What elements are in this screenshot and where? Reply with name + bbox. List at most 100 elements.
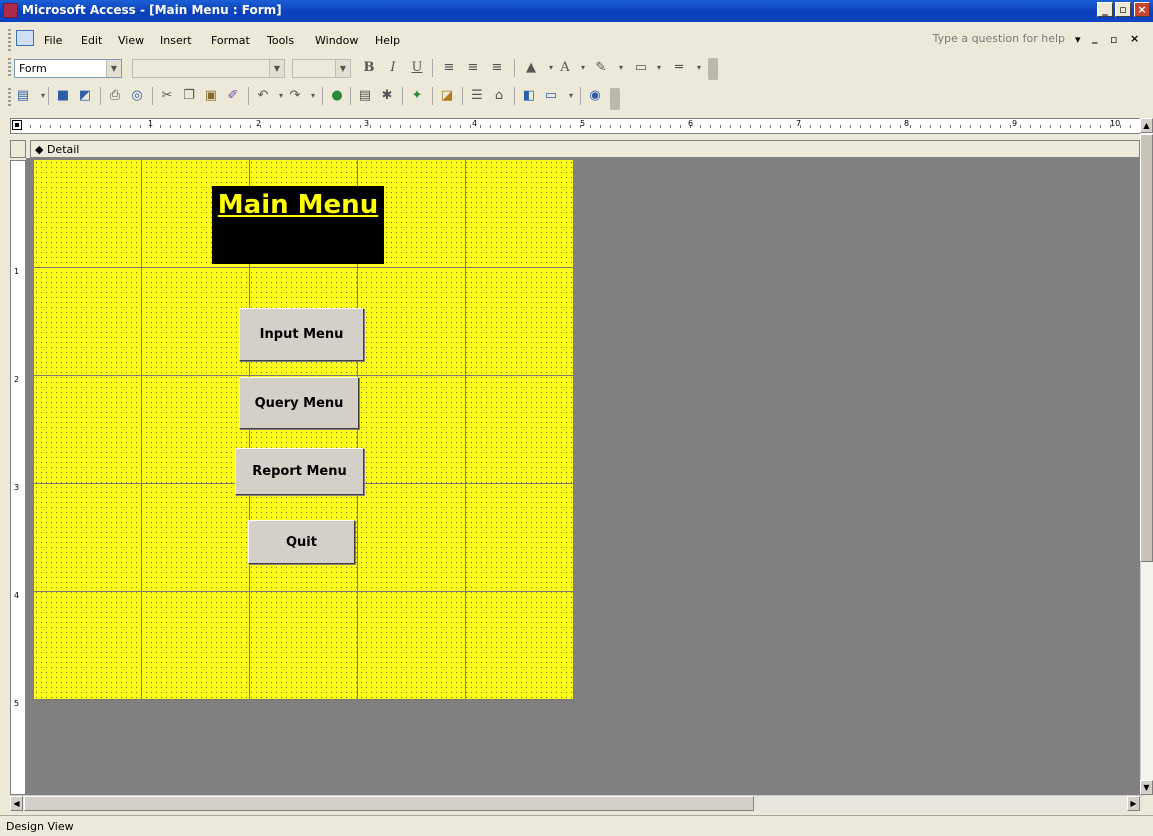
align-center-icon[interactable]: ≡ [464, 59, 482, 77]
toolbar-options-chevron[interactable] [708, 58, 718, 80]
chevron-down-icon[interactable]: ▾ [574, 59, 592, 77]
scroll-right-icon[interactable]: ▶ [1127, 796, 1140, 811]
menu-format[interactable]: Format [211, 34, 250, 47]
menu-help[interactable]: Help [375, 34, 400, 47]
chevron-down-icon[interactable]: ▾ [562, 87, 580, 105]
grid-line [34, 591, 574, 592]
toolbar-grip[interactable] [8, 88, 11, 108]
scroll-down-icon[interactable]: ▼ [1140, 780, 1153, 795]
form-selector[interactable] [12, 120, 22, 130]
database-window-icon[interactable]: ◧ [520, 87, 538, 105]
form-window-icon[interactable] [16, 30, 34, 46]
help-icon[interactable]: ◉ [586, 87, 604, 105]
detail-section-label: ◆ Detail [35, 143, 80, 156]
italic-button[interactable]: I [384, 59, 402, 77]
doc-close-button[interactable]: × [1130, 32, 1139, 45]
chevron-down-icon[interactable]: ▾ [690, 59, 708, 77]
ruler-mark: 1 [14, 267, 20, 276]
chevron-down-icon[interactable]: ▾ [304, 87, 322, 105]
align-left-icon[interactable]: ≡ [440, 59, 458, 77]
detail-section-header[interactable]: ◆ Detail [30, 140, 1140, 158]
save-icon[interactable]: ■ [54, 87, 72, 105]
toolbar-options-chevron[interactable] [610, 88, 620, 110]
special-effect-icon[interactable]: ═ [670, 59, 688, 77]
menu-file[interactable]: File [44, 34, 62, 47]
help-dropdown-icon[interactable]: ▾ [1075, 33, 1081, 46]
window-title: Microsoft Access - [Main Menu : Form] [22, 3, 282, 17]
paste-icon[interactable]: ▣ [202, 87, 220, 105]
object-combo-value: Form [19, 62, 47, 75]
separator [248, 87, 249, 105]
separator [462, 87, 463, 105]
line-width-icon[interactable]: ▭ [632, 59, 650, 77]
toolbox-icon[interactable]: ✱ [378, 87, 396, 105]
new-object-icon[interactable]: ▭ [542, 87, 560, 105]
restore-button[interactable]: ▫ [1115, 2, 1131, 17]
menu-edit[interactable]: Edit [81, 34, 102, 47]
chevron-down-icon[interactable]: ▼ [335, 60, 350, 77]
report-menu-button[interactable]: Report Menu [235, 448, 364, 495]
separator [514, 59, 515, 77]
chevron-down-icon[interactable]: ▼ [106, 60, 121, 77]
chevron-down-icon[interactable]: ▾ [34, 87, 52, 105]
toolbar-grip[interactable] [8, 58, 11, 78]
minimize-button[interactable]: _ [1097, 2, 1113, 17]
menu-insert[interactable]: Insert [160, 34, 192, 47]
ruler-mark: 6 [688, 119, 694, 128]
font-color-button[interactable]: A [556, 59, 574, 77]
font-name-combo[interactable]: ▼ [132, 59, 285, 78]
help-question-input[interactable]: Type a question for help [933, 32, 1065, 45]
fill-color-icon[interactable]: ▲ [522, 59, 540, 77]
main-menu-title-label[interactable]: Main Menu [212, 186, 384, 264]
undo-icon[interactable]: ↶ [254, 87, 272, 105]
access-app-icon[interactable] [3, 3, 18, 18]
print-preview-icon[interactable]: ◎ [128, 87, 146, 105]
ruler-mark: 2 [256, 119, 262, 128]
code-icon[interactable]: ◪ [438, 87, 456, 105]
line-color-icon[interactable]: ✎ [592, 59, 610, 77]
doc-restore-button[interactable]: ▫ [1110, 33, 1117, 46]
separator [100, 87, 101, 105]
separator [48, 87, 49, 105]
build-icon[interactable]: ⌂ [490, 87, 508, 105]
format-painter-icon[interactable]: ✐ [224, 87, 242, 105]
hyperlink-icon[interactable]: ● [328, 87, 346, 105]
separator [514, 87, 515, 105]
autoformat-icon[interactable]: ✦ [408, 87, 426, 105]
doc-minimize-button[interactable]: _ [1092, 31, 1098, 44]
section-selector[interactable] [10, 140, 26, 158]
redo-icon[interactable]: ↷ [286, 87, 304, 105]
properties-icon[interactable]: ☰ [468, 87, 486, 105]
input-menu-button[interactable]: Input Menu [239, 308, 364, 361]
menu-window[interactable]: Window [315, 34, 358, 47]
menu-view[interactable]: View [118, 34, 144, 47]
chevron-down-icon[interactable]: ▼ [269, 60, 284, 77]
close-button[interactable]: × [1134, 2, 1150, 17]
print-icon[interactable]: ⎙ [106, 87, 124, 105]
ruler-mark: 5 [14, 699, 20, 708]
font-size-combo[interactable]: ▼ [292, 59, 351, 78]
grid-line [465, 160, 466, 700]
bold-button[interactable]: B [360, 59, 378, 77]
ruler-mark: 3 [14, 483, 20, 492]
scroll-up-icon[interactable]: ▲ [1140, 118, 1153, 133]
object-combo[interactable]: Form ▼ [14, 59, 122, 78]
horizontal-scroll-thumb[interactable] [24, 796, 754, 811]
field-list-icon[interactable]: ▤ [356, 87, 374, 105]
underline-button[interactable]: U [408, 59, 426, 77]
menu-tools[interactable]: Tools [267, 34, 294, 47]
align-right-icon[interactable]: ≡ [488, 59, 506, 77]
vertical-ruler: 1 2 3 4 5 [10, 160, 26, 795]
quit-button[interactable]: Quit [248, 520, 355, 564]
scroll-left-icon[interactable]: ◀ [10, 796, 23, 811]
chevron-down-icon[interactable]: ▾ [650, 59, 668, 77]
cut-icon[interactable]: ✂ [158, 87, 176, 105]
copy-icon[interactable]: ❐ [180, 87, 198, 105]
toolbar-grip[interactable] [8, 29, 11, 51]
ruler-mark: 5 [580, 119, 586, 128]
view-icon[interactable]: ▤ [14, 87, 32, 105]
file-search-icon[interactable]: ◩ [76, 87, 94, 105]
vertical-scroll-thumb[interactable] [1140, 134, 1153, 562]
chevron-down-icon[interactable]: ▾ [612, 59, 630, 77]
query-menu-button[interactable]: Query Menu [239, 377, 359, 429]
